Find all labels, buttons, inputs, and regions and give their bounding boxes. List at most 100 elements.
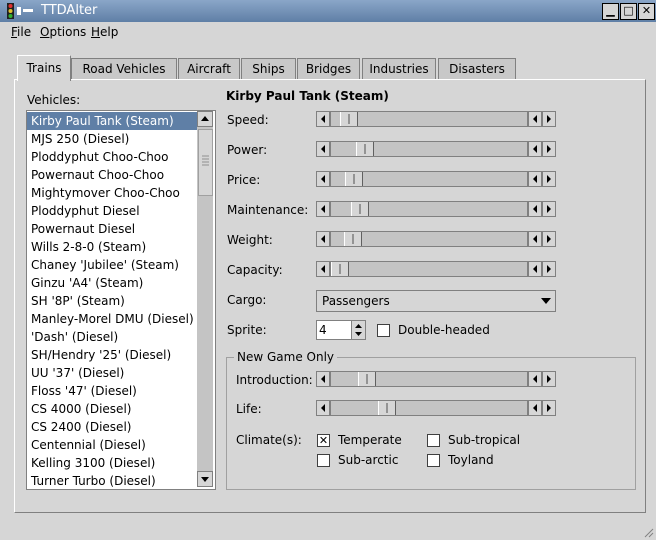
cargo-value: Passengers	[322, 294, 390, 308]
slider-right-button[interactable]	[542, 261, 556, 277]
list-item[interactable]: Powernaut Diesel	[27, 220, 201, 238]
slider-thumb[interactable]	[351, 202, 369, 216]
slider-track[interactable]	[330, 261, 528, 277]
climate-checkbox[interactable]	[427, 434, 440, 447]
grip-line-icon	[364, 144, 366, 154]
tab-ships[interactable]: Ships	[241, 58, 296, 79]
slider-label: Maintenance:	[227, 203, 309, 217]
climates-label: Climate(s):	[236, 433, 302, 447]
tab-bridges[interactable]: Bridges	[297, 58, 360, 79]
slider-left-button[interactable]	[528, 201, 542, 217]
vehicle-list-scrollbar[interactable]	[197, 111, 213, 487]
list-item[interactable]: Centennial (Diesel)	[27, 436, 201, 454]
slider-speed[interactable]	[316, 111, 556, 127]
spin-arrows-icon[interactable]	[352, 321, 365, 339]
slider-left-button[interactable]	[528, 111, 542, 127]
slider-right-button[interactable]	[542, 201, 556, 217]
tab-trains[interactable]: Trains	[17, 55, 71, 81]
list-item[interactable]: Ploddyphut Diesel	[27, 202, 201, 220]
slider-thumb[interactable]	[344, 232, 362, 246]
slider-right-button[interactable]	[542, 231, 556, 247]
list-item[interactable]: Kirby Paul Tank (Steam)	[27, 112, 201, 130]
slider-left-button[interactable]	[528, 171, 542, 187]
scroll-thumb[interactable]	[198, 129, 213, 196]
climate-checkbox[interactable]	[317, 454, 330, 467]
vehicles-label: Vehicles:	[27, 93, 81, 107]
scroll-up-button[interactable]	[197, 111, 213, 127]
title-bar[interactable]: TTDAlter ▁ □ ✕	[0, 0, 656, 22]
arrow-up-icon	[201, 116, 209, 121]
list-item[interactable]: Floss '47' (Diesel)	[27, 382, 201, 400]
list-item[interactable]: 'Dash' (Diesel)	[27, 328, 201, 346]
slider-track[interactable]	[330, 141, 528, 157]
slider-track[interactable]	[330, 201, 528, 217]
slider-track[interactable]	[330, 111, 528, 127]
slider-left-button[interactable]	[316, 201, 330, 217]
resize-grip-icon[interactable]	[642, 526, 654, 538]
close-button[interactable]: ✕	[638, 3, 655, 20]
slider-left-button[interactable]	[316, 171, 330, 187]
list-item[interactable]: Ginzu 'A4' (Steam)	[27, 274, 201, 292]
list-item[interactable]: Chaney 'Jubilee' (Steam)	[27, 256, 201, 274]
list-item[interactable]: Manley-Morel DMU (Diesel)	[27, 310, 201, 328]
menu-help[interactable]: Help	[91, 25, 118, 39]
list-item[interactable]: SH '8P' (Steam)	[27, 292, 201, 310]
spin-buttons[interactable]	[351, 321, 365, 339]
list-item[interactable]: Wills 2-8-0 (Steam)	[27, 238, 201, 256]
slider-price[interactable]	[316, 171, 556, 187]
slider-power[interactable]	[316, 141, 556, 157]
slider-capacity[interactable]	[316, 261, 556, 277]
slider-track[interactable]	[330, 231, 528, 247]
slider-left-button[interactable]	[316, 141, 330, 157]
minimize-button[interactable]: ▁	[602, 3, 619, 20]
slider-left-button[interactable]	[528, 261, 542, 277]
slider-right-button[interactable]	[542, 111, 556, 127]
menu-file[interactable]: File	[11, 25, 31, 39]
tab-disasters[interactable]: Disasters	[438, 58, 516, 79]
list-item[interactable]: Kelling 3100 (Diesel)	[27, 454, 201, 472]
grip-line-icon	[339, 264, 341, 274]
list-item[interactable]: MJS 250 (Diesel)	[27, 130, 201, 148]
list-item[interactable]: SH/Hendry '25' (Diesel)	[27, 346, 201, 364]
list-item[interactable]: Powernaut Choo-Choo	[27, 166, 201, 184]
slider-left-button[interactable]	[316, 261, 330, 277]
slider-track[interactable]	[330, 171, 528, 187]
slider-right-button[interactable]	[542, 141, 556, 157]
tab-industries[interactable]: Industries	[362, 58, 436, 79]
slider-left-button[interactable]	[316, 231, 330, 247]
sprite-spinner[interactable]: 4	[316, 320, 366, 340]
grip-lines-icon	[202, 155, 209, 166]
list-item[interactable]: CS 4000 (Diesel)	[27, 400, 201, 418]
slider-thumb[interactable]	[356, 142, 374, 156]
scroll-down-button[interactable]	[197, 471, 213, 487]
traffic-light-icon[interactable]	[4, 3, 38, 19]
slider-right-button[interactable]	[542, 171, 556, 187]
arrow-right-icon	[547, 115, 551, 123]
tab-aircraft[interactable]: Aircraft	[178, 58, 240, 79]
slider-thumb[interactable]	[340, 112, 358, 126]
climate-checkbox[interactable]	[427, 454, 440, 467]
climate-checkbox[interactable]: ✕	[317, 434, 330, 447]
slider-thumb[interactable]	[331, 262, 349, 276]
list-item[interactable]: CS 2400 (Diesel)	[27, 418, 201, 436]
double-headed-checkbox[interactable]	[377, 324, 390, 337]
maximize-button[interactable]: □	[620, 3, 637, 20]
window-title: TTDAlter	[41, 3, 98, 18]
list-item[interactable]: Ploddyphut Choo-Choo	[27, 148, 201, 166]
arrow-left-icon	[321, 265, 325, 273]
list-item[interactable]: Turner Turbo (Diesel)	[27, 472, 201, 489]
cargo-dropdown[interactable]: Passengers	[316, 290, 556, 312]
slider-thumb[interactable]	[345, 172, 363, 186]
slider-left-button[interactable]	[316, 111, 330, 127]
menu-options[interactable]: Options	[40, 25, 86, 39]
sprite-value[interactable]: 4	[319, 323, 327, 337]
list-item[interactable]: Mightymover Choo-Choo	[27, 184, 201, 202]
tab-road-vehicles[interactable]: Road Vehicles	[71, 58, 177, 79]
slider-left-button[interactable]	[528, 231, 542, 247]
slider-maintenance[interactable]	[316, 201, 556, 217]
list-item[interactable]: UU '37' (Diesel)	[27, 364, 201, 382]
arrow-right-icon	[547, 235, 551, 243]
vehicle-list[interactable]: Kirby Paul Tank (Steam) MJS 250 (Diesel) P…	[26, 110, 216, 490]
slider-left-button[interactable]	[528, 141, 542, 157]
slider-weight[interactable]	[316, 231, 556, 247]
